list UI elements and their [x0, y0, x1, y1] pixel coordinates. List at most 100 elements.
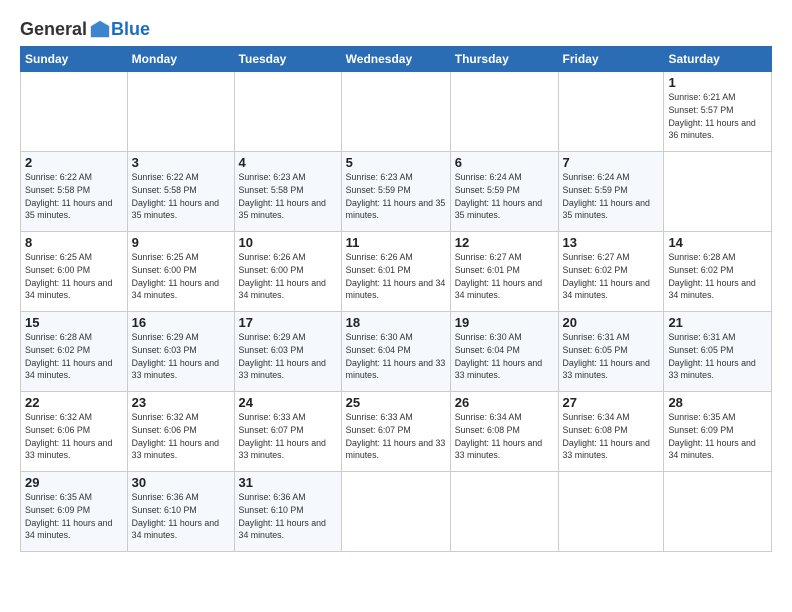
day-info: Sunrise: 6:30 AMSunset: 6:04 PMDaylight:… — [455, 331, 554, 382]
day-number: 22 — [25, 395, 123, 410]
calendar-day-cell — [21, 72, 128, 152]
calendar-day-cell: 23Sunrise: 6:32 AMSunset: 6:06 PMDayligh… — [127, 392, 234, 472]
calendar-day-cell — [341, 472, 450, 552]
day-number: 13 — [563, 235, 660, 250]
day-number: 17 — [239, 315, 337, 330]
calendar-header-cell: Tuesday — [234, 47, 341, 72]
day-info: Sunrise: 6:22 AMSunset: 5:58 PMDaylight:… — [25, 171, 123, 222]
day-info: Sunrise: 6:26 AMSunset: 6:00 PMDaylight:… — [239, 251, 337, 302]
calendar-day-cell — [664, 152, 772, 232]
day-info: Sunrise: 6:28 AMSunset: 6:02 PMDaylight:… — [25, 331, 123, 382]
logo-icon — [89, 18, 111, 40]
day-info: Sunrise: 6:32 AMSunset: 6:06 PMDaylight:… — [132, 411, 230, 462]
calendar-day-cell — [664, 472, 772, 552]
calendar-week-row: 15Sunrise: 6:28 AMSunset: 6:02 PMDayligh… — [21, 312, 772, 392]
calendar-day-cell: 7Sunrise: 6:24 AMSunset: 5:59 PMDaylight… — [558, 152, 664, 232]
day-number: 9 — [132, 235, 230, 250]
calendar-header-cell: Thursday — [450, 47, 558, 72]
day-number: 6 — [455, 155, 554, 170]
page: General Blue SundayMondayTuesdayWednesda… — [0, 0, 792, 612]
calendar-day-cell: 29Sunrise: 6:35 AMSunset: 6:09 PMDayligh… — [21, 472, 128, 552]
day-number: 16 — [132, 315, 230, 330]
calendar-day-cell: 25Sunrise: 6:33 AMSunset: 6:07 PMDayligh… — [341, 392, 450, 472]
day-info: Sunrise: 6:23 AMSunset: 5:59 PMDaylight:… — [346, 171, 446, 222]
day-number: 31 — [239, 475, 337, 490]
calendar-day-cell: 31Sunrise: 6:36 AMSunset: 6:10 PMDayligh… — [234, 472, 341, 552]
calendar-header-cell: Saturday — [664, 47, 772, 72]
calendar-day-cell — [127, 72, 234, 152]
calendar-day-cell: 9Sunrise: 6:25 AMSunset: 6:00 PMDaylight… — [127, 232, 234, 312]
day-info: Sunrise: 6:33 AMSunset: 6:07 PMDaylight:… — [346, 411, 446, 462]
calendar-week-row: 2Sunrise: 6:22 AMSunset: 5:58 PMDaylight… — [21, 152, 772, 232]
day-info: Sunrise: 6:33 AMSunset: 6:07 PMDaylight:… — [239, 411, 337, 462]
calendar-day-cell: 27Sunrise: 6:34 AMSunset: 6:08 PMDayligh… — [558, 392, 664, 472]
day-info: Sunrise: 6:35 AMSunset: 6:09 PMDaylight:… — [25, 491, 123, 542]
day-number: 27 — [563, 395, 660, 410]
day-number: 29 — [25, 475, 123, 490]
day-info: Sunrise: 6:22 AMSunset: 5:58 PMDaylight:… — [132, 171, 230, 222]
calendar-day-cell: 12Sunrise: 6:27 AMSunset: 6:01 PMDayligh… — [450, 232, 558, 312]
day-info: Sunrise: 6:29 AMSunset: 6:03 PMDaylight:… — [239, 331, 337, 382]
day-number: 10 — [239, 235, 337, 250]
calendar-day-cell — [234, 72, 341, 152]
calendar-day-cell — [341, 72, 450, 152]
day-info: Sunrise: 6:32 AMSunset: 6:06 PMDaylight:… — [25, 411, 123, 462]
calendar-day-cell: 30Sunrise: 6:36 AMSunset: 6:10 PMDayligh… — [127, 472, 234, 552]
day-number: 12 — [455, 235, 554, 250]
day-number: 14 — [668, 235, 767, 250]
day-number: 5 — [346, 155, 446, 170]
day-info: Sunrise: 6:29 AMSunset: 6:03 PMDaylight:… — [132, 331, 230, 382]
day-info: Sunrise: 6:31 AMSunset: 6:05 PMDaylight:… — [563, 331, 660, 382]
calendar-day-cell: 2Sunrise: 6:22 AMSunset: 5:58 PMDaylight… — [21, 152, 128, 232]
day-info: Sunrise: 6:24 AMSunset: 5:59 PMDaylight:… — [563, 171, 660, 222]
day-number: 8 — [25, 235, 123, 250]
calendar-week-row: 8Sunrise: 6:25 AMSunset: 6:00 PMDaylight… — [21, 232, 772, 312]
day-info: Sunrise: 6:34 AMSunset: 6:08 PMDaylight:… — [455, 411, 554, 462]
calendar-week-row: 29Sunrise: 6:35 AMSunset: 6:09 PMDayligh… — [21, 472, 772, 552]
calendar-table: SundayMondayTuesdayWednesdayThursdayFrid… — [20, 46, 772, 552]
day-number: 24 — [239, 395, 337, 410]
header: General Blue — [20, 18, 772, 40]
day-info: Sunrise: 6:25 AMSunset: 6:00 PMDaylight:… — [132, 251, 230, 302]
day-info: Sunrise: 6:24 AMSunset: 5:59 PMDaylight:… — [455, 171, 554, 222]
calendar-day-cell: 8Sunrise: 6:25 AMSunset: 6:00 PMDaylight… — [21, 232, 128, 312]
day-number: 28 — [668, 395, 767, 410]
calendar-day-cell: 16Sunrise: 6:29 AMSunset: 6:03 PMDayligh… — [127, 312, 234, 392]
day-info: Sunrise: 6:21 AMSunset: 5:57 PMDaylight:… — [668, 91, 767, 142]
day-info: Sunrise: 6:23 AMSunset: 5:58 PMDaylight:… — [239, 171, 337, 222]
day-number: 26 — [455, 395, 554, 410]
calendar-day-cell: 4Sunrise: 6:23 AMSunset: 5:58 PMDaylight… — [234, 152, 341, 232]
calendar-day-cell: 15Sunrise: 6:28 AMSunset: 6:02 PMDayligh… — [21, 312, 128, 392]
calendar-day-cell: 13Sunrise: 6:27 AMSunset: 6:02 PMDayligh… — [558, 232, 664, 312]
calendar-day-cell: 20Sunrise: 6:31 AMSunset: 6:05 PMDayligh… — [558, 312, 664, 392]
day-info: Sunrise: 6:28 AMSunset: 6:02 PMDaylight:… — [668, 251, 767, 302]
day-number: 7 — [563, 155, 660, 170]
calendar-day-cell — [558, 472, 664, 552]
calendar-day-cell: 18Sunrise: 6:30 AMSunset: 6:04 PMDayligh… — [341, 312, 450, 392]
day-info: Sunrise: 6:25 AMSunset: 6:00 PMDaylight:… — [25, 251, 123, 302]
calendar-day-cell: 6Sunrise: 6:24 AMSunset: 5:59 PMDaylight… — [450, 152, 558, 232]
calendar-day-cell: 21Sunrise: 6:31 AMSunset: 6:05 PMDayligh… — [664, 312, 772, 392]
day-info: Sunrise: 6:26 AMSunset: 6:01 PMDaylight:… — [346, 251, 446, 302]
logo: General Blue — [20, 18, 150, 40]
day-number: 21 — [668, 315, 767, 330]
calendar-body: 1Sunrise: 6:21 AMSunset: 5:57 PMDaylight… — [21, 72, 772, 552]
day-number: 3 — [132, 155, 230, 170]
calendar-day-cell: 17Sunrise: 6:29 AMSunset: 6:03 PMDayligh… — [234, 312, 341, 392]
calendar-day-cell: 28Sunrise: 6:35 AMSunset: 6:09 PMDayligh… — [664, 392, 772, 472]
calendar-week-row: 1Sunrise: 6:21 AMSunset: 5:57 PMDaylight… — [21, 72, 772, 152]
logo-general: General — [20, 19, 87, 40]
day-number: 4 — [239, 155, 337, 170]
calendar-day-cell: 24Sunrise: 6:33 AMSunset: 6:07 PMDayligh… — [234, 392, 341, 472]
day-info: Sunrise: 6:27 AMSunset: 6:01 PMDaylight:… — [455, 251, 554, 302]
day-number: 15 — [25, 315, 123, 330]
calendar-day-cell — [450, 72, 558, 152]
calendar-day-cell: 5Sunrise: 6:23 AMSunset: 5:59 PMDaylight… — [341, 152, 450, 232]
calendar-header-cell: Friday — [558, 47, 664, 72]
calendar-day-cell: 14Sunrise: 6:28 AMSunset: 6:02 PMDayligh… — [664, 232, 772, 312]
calendar-day-cell: 19Sunrise: 6:30 AMSunset: 6:04 PMDayligh… — [450, 312, 558, 392]
calendar-header-cell: Monday — [127, 47, 234, 72]
calendar-day-cell: 22Sunrise: 6:32 AMSunset: 6:06 PMDayligh… — [21, 392, 128, 472]
calendar-header-cell: Wednesday — [341, 47, 450, 72]
day-number: 19 — [455, 315, 554, 330]
